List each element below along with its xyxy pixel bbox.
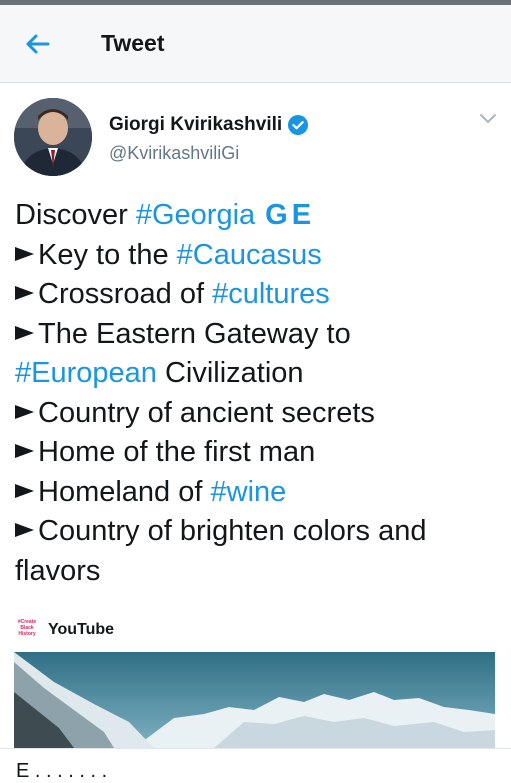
- pointer-triangle-icon: [15, 444, 34, 459]
- pointer-triangle-icon: [15, 523, 34, 538]
- text: Civilization: [156, 357, 304, 389]
- text: Homeland of: [38, 475, 211, 508]
- author-handle[interactable]: @KvirikashviliGi: [109, 143, 239, 164]
- tweet-line: #European Civilization: [15, 354, 500, 394]
- tweet-text: Discover #Georgia GE Key to the #Caucasus…: [15, 196, 500, 591]
- page-title: Tweet: [101, 30, 165, 56]
- partial-footer-text: E . . . . . . .: [16, 760, 108, 782]
- text: Discover: [15, 199, 136, 231]
- tweet-line: Home of the first man: [15, 433, 500, 473]
- text: Key to the: [38, 238, 177, 271]
- tweet-line: flavors: [15, 552, 500, 592]
- hashtag-wine[interactable]: #wine: [211, 476, 287, 508]
- avatar[interactable]: [14, 98, 92, 176]
- text: flavors: [15, 554, 101, 587]
- video-thumbnail[interactable]: [14, 652, 495, 748]
- text: Crossroad of: [38, 278, 213, 310]
- source-logo: #Create Black History: [17, 619, 37, 637]
- text: Country of brighten colors and: [38, 515, 427, 547]
- tweet-line: Country of brighten colors and: [15, 512, 500, 552]
- tweet-line: Key to the #Caucasus: [15, 236, 500, 276]
- tweet-line: Homeland of #wine: [15, 473, 500, 513]
- hashtag-georgia[interactable]: #Georgia: [136, 199, 255, 231]
- verified-badge-icon: [288, 115, 309, 135]
- link-card-source[interactable]: #Create Black History YouTube: [16, 618, 114, 642]
- text: Home of the first man: [38, 436, 316, 468]
- source-name: YouTube: [48, 621, 115, 638]
- back-arrow-icon[interactable]: [20, 27, 54, 61]
- hashtag-cultures[interactable]: #cultures: [212, 278, 330, 310]
- pointer-triangle-icon: [15, 483, 34, 498]
- author-name[interactable]: Giorgi Kvirikashvili: [109, 114, 309, 136]
- divider: [0, 748, 511, 749]
- pointer-triangle-icon: [15, 246, 34, 261]
- tweet-line: The Eastern Gateway to: [15, 315, 500, 355]
- text: Country of ancient secrets: [38, 396, 375, 429]
- pointer-triangle-icon: [15, 286, 34, 301]
- tweet-line: Country of ancient secrets: [15, 394, 500, 434]
- pointer-triangle-icon: [15, 325, 34, 340]
- app-bar: Tweet: [0, 5, 511, 83]
- flag-emoji-ge: GE: [265, 199, 316, 231]
- chevron-down-icon[interactable]: [478, 112, 498, 126]
- tweet-line: Crossroad of #cultures: [15, 275, 500, 315]
- tweet-author: Giorgi Kvirikashvili @KvirikashviliGi: [0, 96, 511, 182]
- pointer-triangle-icon: [15, 404, 34, 419]
- text: The Eastern Gateway to: [38, 317, 351, 350]
- tweet-line: Discover #Georgia GE: [15, 196, 500, 236]
- author-name-text: Giorgi Kvirikashvili: [109, 114, 283, 135]
- hashtag-caucasus[interactable]: #Caucasus: [177, 239, 322, 271]
- hashtag-european[interactable]: #European: [15, 357, 157, 389]
